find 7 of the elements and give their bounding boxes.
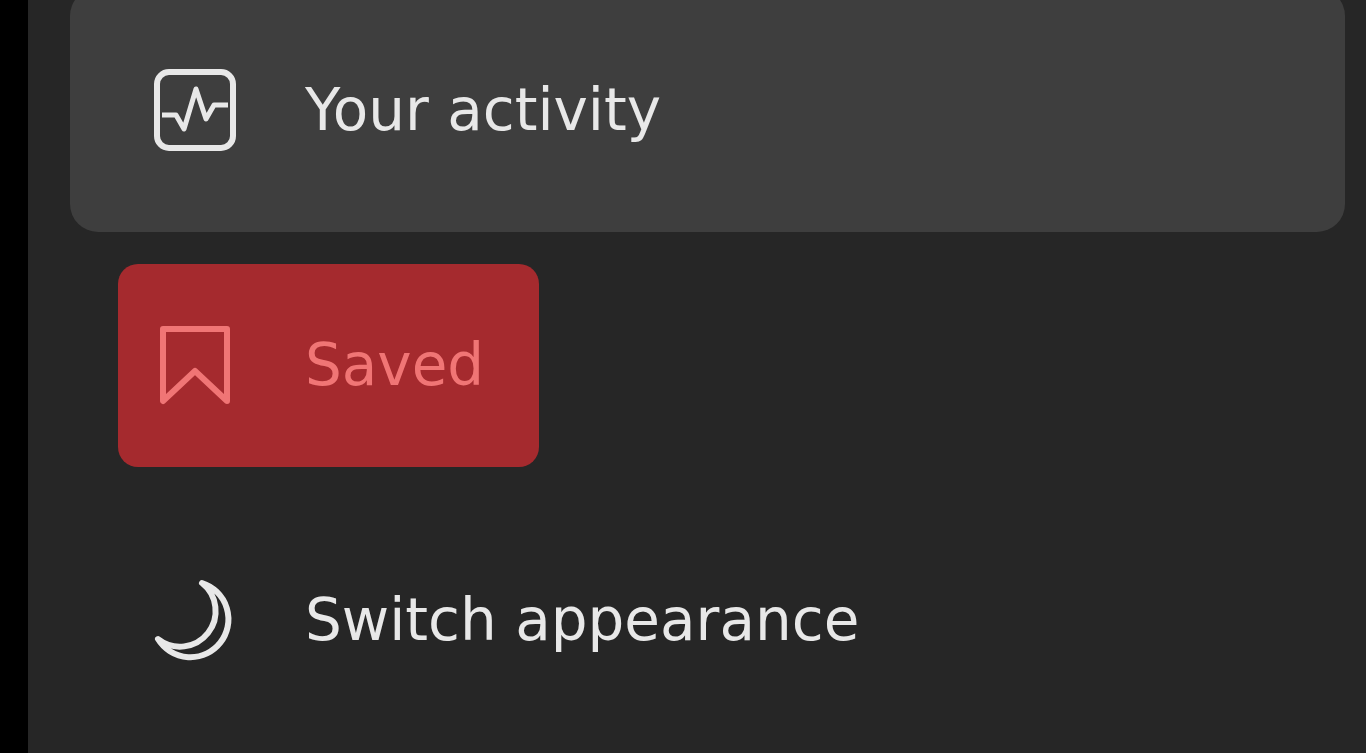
menu-item[interactable]: Your activity (118, 8, 717, 212)
menu-item[interactable]: Switch appearance (118, 518, 915, 722)
activity-icon (152, 67, 238, 153)
menu-item-label: Saved (305, 331, 485, 399)
menu-item-label: Your activity (305, 76, 662, 144)
menu-item-label: Switch appearance (305, 586, 860, 654)
bookmark-icon (158, 325, 232, 405)
